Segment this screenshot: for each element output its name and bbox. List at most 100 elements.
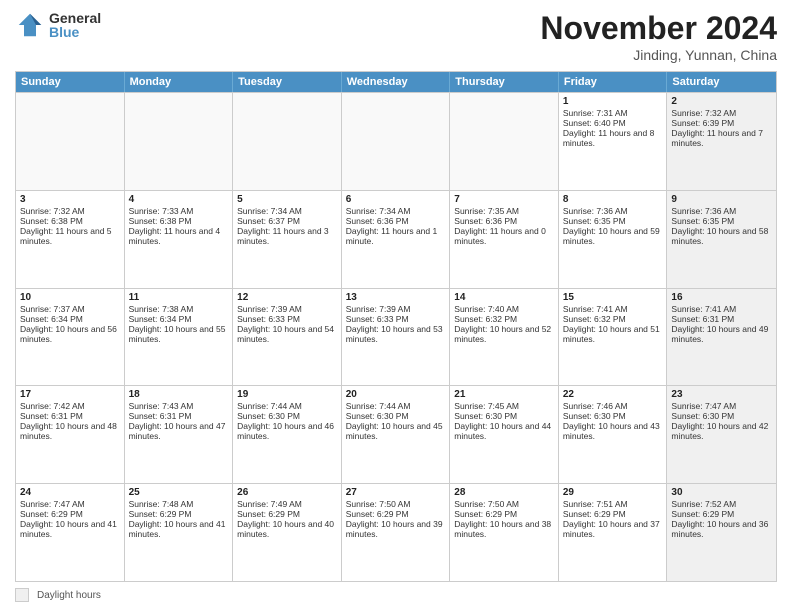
calendar-header-cell: Monday bbox=[125, 72, 234, 92]
calendar-cell: 14Sunrise: 7:40 AMSunset: 6:32 PMDayligh… bbox=[450, 289, 559, 386]
day-info: Sunrise: 7:38 AM bbox=[129, 304, 229, 314]
calendar: SundayMondayTuesdayWednesdayThursdayFrid… bbox=[15, 71, 777, 582]
calendar-cell: 28Sunrise: 7:50 AMSunset: 6:29 PMDayligh… bbox=[450, 484, 559, 581]
day-number: 23 bbox=[671, 389, 772, 400]
day-info: Sunrise: 7:51 AM bbox=[563, 499, 663, 509]
day-info: Daylight: 10 hours and 48 minutes. bbox=[20, 421, 120, 441]
day-info: Sunrise: 7:35 AM bbox=[454, 206, 554, 216]
day-info: Sunrise: 7:44 AM bbox=[346, 401, 446, 411]
day-number: 17 bbox=[20, 389, 120, 400]
day-info: Sunset: 6:29 PM bbox=[671, 509, 772, 519]
calendar-cell: 30Sunrise: 7:52 AMSunset: 6:29 PMDayligh… bbox=[667, 484, 776, 581]
day-info: Sunrise: 7:43 AM bbox=[129, 401, 229, 411]
day-info: Sunrise: 7:31 AM bbox=[563, 108, 663, 118]
day-info: Sunrise: 7:45 AM bbox=[454, 401, 554, 411]
day-number: 8 bbox=[563, 194, 663, 205]
calendar-cell: 1Sunrise: 7:31 AMSunset: 6:40 PMDaylight… bbox=[559, 93, 668, 190]
day-number: 1 bbox=[563, 96, 663, 107]
calendar-cell: 19Sunrise: 7:44 AMSunset: 6:30 PMDayligh… bbox=[233, 386, 342, 483]
title-location: Jinding, Yunnan, China bbox=[540, 47, 777, 63]
calendar-cell bbox=[450, 93, 559, 190]
day-info: Daylight: 11 hours and 0 minutes. bbox=[454, 226, 554, 246]
title-month: November 2024 bbox=[540, 10, 777, 47]
calendar-cell: 25Sunrise: 7:48 AMSunset: 6:29 PMDayligh… bbox=[125, 484, 234, 581]
calendar-cell: 5Sunrise: 7:34 AMSunset: 6:37 PMDaylight… bbox=[233, 191, 342, 288]
day-info: Sunset: 6:29 PM bbox=[454, 509, 554, 519]
logo-blue-label: Blue bbox=[49, 25, 101, 39]
day-info: Sunset: 6:35 PM bbox=[563, 216, 663, 226]
calendar-cell: 4Sunrise: 7:33 AMSunset: 6:38 PMDaylight… bbox=[125, 191, 234, 288]
day-info: Sunset: 6:34 PM bbox=[20, 314, 120, 324]
day-info: Daylight: 11 hours and 3 minutes. bbox=[237, 226, 337, 246]
day-info: Daylight: 10 hours and 54 minutes. bbox=[237, 324, 337, 344]
calendar-cell: 9Sunrise: 7:36 AMSunset: 6:35 PMDaylight… bbox=[667, 191, 776, 288]
day-info: Sunset: 6:38 PM bbox=[20, 216, 120, 226]
day-info: Sunrise: 7:39 AM bbox=[237, 304, 337, 314]
day-info: Sunrise: 7:46 AM bbox=[563, 401, 663, 411]
day-info: Daylight: 11 hours and 5 minutes. bbox=[20, 226, 120, 246]
day-info: Sunset: 6:36 PM bbox=[454, 216, 554, 226]
calendar-cell: 16Sunrise: 7:41 AMSunset: 6:31 PMDayligh… bbox=[667, 289, 776, 386]
day-info: Daylight: 10 hours and 40 minutes. bbox=[237, 519, 337, 539]
day-info: Sunset: 6:29 PM bbox=[237, 509, 337, 519]
day-info: Sunrise: 7:40 AM bbox=[454, 304, 554, 314]
day-number: 27 bbox=[346, 487, 446, 498]
day-info: Sunrise: 7:50 AM bbox=[346, 499, 446, 509]
day-info: Sunset: 6:30 PM bbox=[346, 411, 446, 421]
calendar-header-cell: Sunday bbox=[16, 72, 125, 92]
day-info: Sunrise: 7:52 AM bbox=[671, 499, 772, 509]
calendar-header-cell: Saturday bbox=[667, 72, 776, 92]
legend: Daylight hours bbox=[15, 588, 777, 602]
day-info: Sunset: 6:30 PM bbox=[671, 411, 772, 421]
calendar-cell: 6Sunrise: 7:34 AMSunset: 6:36 PMDaylight… bbox=[342, 191, 451, 288]
day-info: Sunrise: 7:48 AM bbox=[129, 499, 229, 509]
day-info: Daylight: 10 hours and 58 minutes. bbox=[671, 226, 772, 246]
title-block: November 2024 Jinding, Yunnan, China bbox=[540, 10, 777, 63]
day-info: Daylight: 10 hours and 43 minutes. bbox=[563, 421, 663, 441]
calendar-header-cell: Thursday bbox=[450, 72, 559, 92]
day-info: Daylight: 10 hours and 41 minutes. bbox=[129, 519, 229, 539]
calendar-row: 24Sunrise: 7:47 AMSunset: 6:29 PMDayligh… bbox=[16, 483, 776, 581]
day-info: Sunset: 6:31 PM bbox=[129, 411, 229, 421]
calendar-header-cell: Tuesday bbox=[233, 72, 342, 92]
day-info: Sunset: 6:32 PM bbox=[454, 314, 554, 324]
day-info: Daylight: 10 hours and 36 minutes. bbox=[671, 519, 772, 539]
day-info: Sunset: 6:35 PM bbox=[671, 216, 772, 226]
logo-general-label: General bbox=[49, 11, 101, 25]
calendar-cell: 7Sunrise: 7:35 AMSunset: 6:36 PMDaylight… bbox=[450, 191, 559, 288]
calendar-header-cell: Friday bbox=[559, 72, 668, 92]
day-info: Sunset: 6:29 PM bbox=[20, 509, 120, 519]
page: General Blue November 2024 Jinding, Yunn… bbox=[0, 0, 792, 612]
day-info: Daylight: 10 hours and 55 minutes. bbox=[129, 324, 229, 344]
calendar-body: 1Sunrise: 7:31 AMSunset: 6:40 PM Daylight… bbox=[16, 92, 776, 581]
day-info: Sunset: 6:40 PM bbox=[563, 118, 663, 128]
day-info: Daylight: 10 hours and 41 minutes. bbox=[20, 519, 120, 539]
day-info: Sunrise: 7:44 AM bbox=[237, 401, 337, 411]
calendar-cell: 13Sunrise: 7:39 AMSunset: 6:33 PMDayligh… bbox=[342, 289, 451, 386]
day-info: Sunrise: 7:39 AM bbox=[346, 304, 446, 314]
day-info: Daylight: 10 hours and 56 minutes. bbox=[20, 324, 120, 344]
day-info: Sunset: 6:33 PM bbox=[346, 314, 446, 324]
calendar-cell bbox=[125, 93, 234, 190]
day-info: Sunset: 6:31 PM bbox=[671, 314, 772, 324]
day-info: Daylight: 11 hours and 1 minute. bbox=[346, 226, 446, 246]
day-info: Daylight: 10 hours and 38 minutes. bbox=[454, 519, 554, 539]
calendar-cell: 12Sunrise: 7:39 AMSunset: 6:33 PMDayligh… bbox=[233, 289, 342, 386]
day-number: 6 bbox=[346, 194, 446, 205]
legend-label: Daylight hours bbox=[37, 590, 101, 601]
day-info: Daylight: 10 hours and 49 minutes. bbox=[671, 324, 772, 344]
calendar-cell: 3Sunrise: 7:32 AMSunset: 6:38 PMDaylight… bbox=[16, 191, 125, 288]
calendar-header-cell: Wednesday bbox=[342, 72, 451, 92]
day-info: Daylight: 10 hours and 53 minutes. bbox=[346, 324, 446, 344]
day-info: Sunrise: 7:47 AM bbox=[671, 401, 772, 411]
day-info: Sunrise: 7:47 AM bbox=[20, 499, 120, 509]
day-number: 18 bbox=[129, 389, 229, 400]
day-info: Daylight: 10 hours and 46 minutes. bbox=[237, 421, 337, 441]
day-info: Sunrise: 7:36 AM bbox=[671, 206, 772, 216]
calendar-cell: 10Sunrise: 7:37 AMSunset: 6:34 PMDayligh… bbox=[16, 289, 125, 386]
calendar-row: 10Sunrise: 7:37 AMSunset: 6:34 PMDayligh… bbox=[16, 288, 776, 386]
day-info: Sunrise: 7:50 AM bbox=[454, 499, 554, 509]
calendar-cell: 17Sunrise: 7:42 AMSunset: 6:31 PMDayligh… bbox=[16, 386, 125, 483]
calendar-cell: 26Sunrise: 7:49 AMSunset: 6:29 PMDayligh… bbox=[233, 484, 342, 581]
calendar-cell: 20Sunrise: 7:44 AMSunset: 6:30 PMDayligh… bbox=[342, 386, 451, 483]
